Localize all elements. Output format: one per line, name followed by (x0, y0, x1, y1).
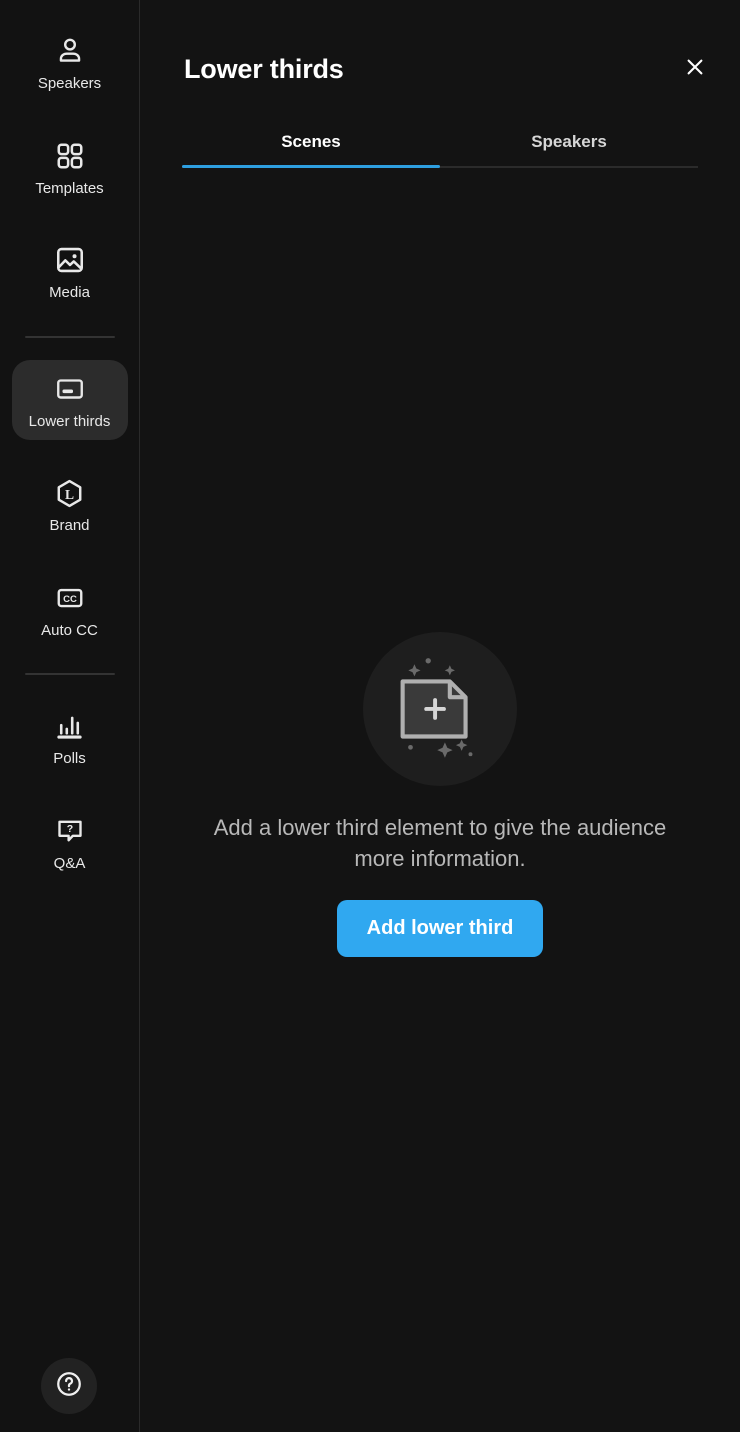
page-title: Lower thirds (184, 53, 344, 84)
empty-state: Add a lower third element to give the au… (140, 632, 740, 958)
sidebar-item-qa[interactable]: ? Q&A (12, 802, 128, 883)
sidebar-item-label: Speakers (37, 75, 102, 92)
sidebar-item-media[interactable]: Media (12, 231, 128, 312)
tab-label: Scenes (281, 132, 341, 151)
hexagon-l-icon: L (53, 476, 87, 510)
sidebar-item-label: Polls (53, 750, 86, 767)
sidebar-item-label: Auto CC (41, 621, 98, 639)
sidebar-item-label: Brand (49, 517, 90, 534)
help-button[interactable] (41, 1358, 97, 1414)
sidebar-divider-1 (24, 335, 115, 338)
help-circle-icon (54, 1369, 84, 1404)
image-icon (53, 243, 87, 277)
main-panel: Lower thirds Scenes Speakers Add a lower… (140, 0, 740, 1432)
grid-icon (53, 139, 87, 173)
closed-caption-icon: CC (53, 581, 87, 615)
app-root: Speakers Templates Media Lower thirds L … (0, 0, 740, 1432)
panel-header: Lower thirds (140, 0, 740, 90)
sidebar-item-label: Templates (35, 179, 104, 197)
document-add-sparkle-icon (381, 648, 499, 771)
tab-label: Speakers (531, 132, 607, 151)
sidebar-nav: Speakers Templates Media Lower thirds L … (0, 22, 139, 906)
svg-text:L: L (65, 486, 74, 501)
sidebar-item-polls[interactable]: Polls (12, 697, 128, 778)
sidebar-item-label: Lower thirds (28, 412, 111, 430)
sidebar-item-speakers[interactable]: Speakers (12, 22, 128, 103)
sidebar-item-auto-cc[interactable]: CC Auto CC (12, 569, 128, 650)
tab-speakers[interactable]: Speakers (440, 122, 698, 166)
sidebar-item-templates[interactable]: Templates (12, 127, 128, 208)
sidebar-divider-2 (24, 673, 115, 675)
sidebar: Speakers Templates Media Lower thirds L … (0, 0, 140, 1432)
empty-state-message: Add a lower third element to give the au… (213, 815, 667, 872)
bar-chart-icon (53, 709, 87, 743)
person-icon (53, 34, 87, 68)
empty-state-illustration (363, 632, 517, 786)
close-button[interactable] (674, 48, 716, 90)
sidebar-item-brand[interactable]: L Brand (12, 464, 128, 545)
tab-scenes[interactable]: Scenes (182, 122, 440, 168)
sidebar-item-label: Q&A (53, 854, 86, 872)
close-icon (683, 55, 707, 84)
svg-text:?: ? (66, 822, 72, 834)
tab-bar: Scenes Speakers (182, 122, 698, 168)
lower-third-icon (53, 372, 87, 406)
svg-text:CC: CC (63, 594, 77, 605)
sidebar-item-label: Media (49, 284, 90, 301)
question-bubble-icon: ? (53, 814, 87, 848)
add-lower-third-button[interactable]: Add lower third (336, 900, 544, 958)
sidebar-item-lower-thirds[interactable]: Lower thirds (11, 359, 128, 440)
